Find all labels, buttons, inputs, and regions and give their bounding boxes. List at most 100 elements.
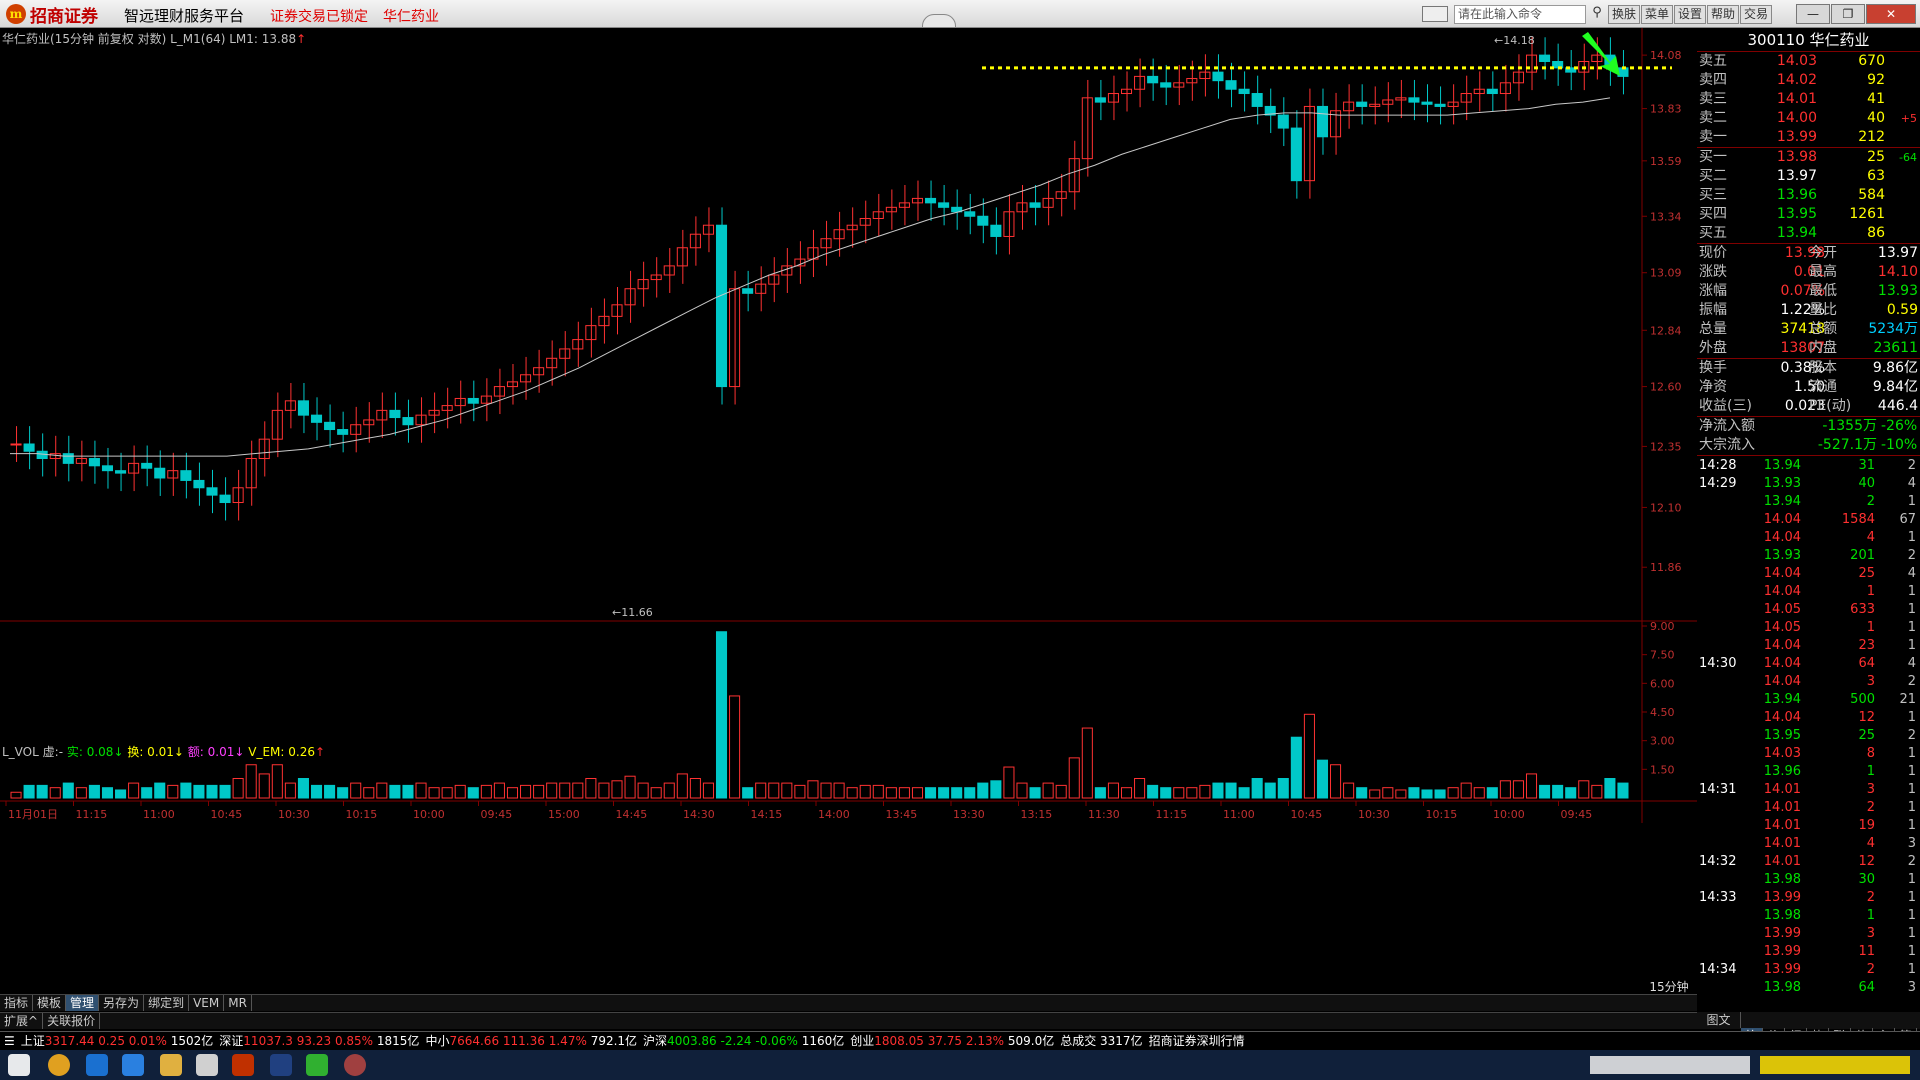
- volume-bar: [1055, 784, 1067, 799]
- candle: [389, 409, 401, 419]
- index-item[interactable]: 沪深4003.86 -2.24 -0.06% 1160亿: [643, 1032, 844, 1050]
- index-item[interactable]: 深证11037.3 93.23 0.85% 1815亿: [219, 1032, 419, 1050]
- tool-bind-to[interactable]: 绑定到: [144, 995, 190, 1011]
- down-arrow-icon: ↓: [234, 745, 245, 759]
- tool-vem[interactable]: VEM: [189, 995, 225, 1011]
- system-tray[interactable]: [1590, 1056, 1750, 1074]
- x-tick-label: 11:00: [143, 808, 175, 821]
- volume-bar: [520, 784, 532, 799]
- zhaoshang-app-icon[interactable]: [232, 1054, 254, 1076]
- command-input[interactable]: 请在此输入命令: [1454, 5, 1586, 24]
- trade-button[interactable]: 交易: [1740, 5, 1772, 24]
- volume-bar: [911, 787, 924, 799]
- user-avatar-icon[interactable]: [344, 1054, 366, 1076]
- volume-bar: [1369, 789, 1381, 799]
- mail-icon[interactable]: [196, 1054, 218, 1076]
- volume-bar: [1081, 727, 1093, 799]
- volume-bar: [951, 787, 963, 799]
- tool-mr[interactable]: MR: [224, 995, 252, 1011]
- tab-f10[interactable]: 图文F10: [1697, 1012, 1741, 1043]
- tool-indicator[interactable]: 指标: [0, 995, 34, 1011]
- volume-bar: [1408, 787, 1420, 799]
- candle: [467, 397, 479, 404]
- restore-icon[interactable]: ❐: [1831, 4, 1865, 24]
- minimize-icon[interactable]: —: [1796, 4, 1830, 24]
- volume-bar: [297, 778, 309, 799]
- ask-row: 卖四 14.02 92: [1699, 72, 1885, 88]
- x-tick-label: 15:00: [548, 808, 580, 821]
- status-menu-icon[interactable]: ☰: [4, 1032, 15, 1050]
- tick-row: 14.05 1 1: [1763, 620, 1916, 635]
- settings-button[interactable]: 设置: [1674, 5, 1706, 24]
- index-item[interactable]: 创业1808.05 37.75 2.13% 509.0亿: [850, 1032, 1054, 1050]
- volume-bar: [964, 787, 976, 799]
- volume-bar: [88, 784, 100, 799]
- quote-row: 涨跌 0.01 最高 14.10: [1699, 264, 1918, 280]
- tool-manage[interactable]: 管理: [66, 995, 100, 1011]
- tool-template[interactable]: 模板: [33, 995, 67, 1011]
- period-label[interactable]: 15分钟: [1646, 978, 1692, 994]
- volume-bar: [141, 787, 153, 799]
- volume-bar: [167, 784, 179, 799]
- tool-expand[interactable]: 扩展^: [0, 1013, 44, 1029]
- candle: [206, 487, 218, 496]
- help-button[interactable]: 帮助: [1707, 5, 1739, 24]
- index-item[interactable]: 上证3317.44 0.25 0.01% 1502亿: [21, 1032, 214, 1050]
- candle: [1591, 54, 1603, 62]
- volume-bar: [49, 787, 61, 799]
- close-icon[interactable]: ✕: [1866, 4, 1916, 24]
- keyboard-icon[interactable]: [1422, 6, 1448, 22]
- vol-vem: V_EM: 0.26: [248, 745, 315, 759]
- tool-related-quote[interactable]: 关联报价: [43, 1013, 101, 1029]
- volume-bar: [1160, 787, 1172, 799]
- volume-bar: [533, 784, 545, 799]
- volume-bar: [977, 782, 989, 799]
- volume-bar: [1591, 784, 1603, 799]
- tick-row: 13.99 11 1: [1763, 944, 1916, 959]
- candle: [1238, 88, 1250, 95]
- volume-bar: [1565, 787, 1577, 799]
- search-icon[interactable]: ⚲: [1588, 5, 1606, 24]
- volume-bar: [389, 784, 401, 799]
- tool-save-as[interactable]: 另存为: [99, 995, 145, 1011]
- candle: [1434, 103, 1446, 107]
- index-status-bar: ☰ 上证3317.44 0.25 0.01% 1502亿 深证11037.3 93.…: [0, 1031, 1920, 1050]
- candle: [1486, 88, 1498, 95]
- kline-chart[interactable]: 14.08 13.83 13.59 13.34 13.09 12.84 12.60 12.35…: [0, 28, 1697, 994]
- volume-bar: [938, 787, 950, 799]
- volume-bar: [1290, 736, 1302, 799]
- volume-bar: [1173, 787, 1185, 799]
- trade-lock-status[interactable]: 证券交易已锁定: [270, 6, 368, 26]
- tick-row: 13.94 500 21: [1763, 692, 1916, 707]
- volume-bar: [1068, 757, 1080, 799]
- index-item[interactable]: 中小7664.66 111.36 1.47% 792.1亿: [425, 1032, 637, 1050]
- vol-tick-label: 7.50: [1650, 649, 1675, 662]
- edge-icon[interactable]: [86, 1054, 108, 1076]
- volume-bar: [1512, 780, 1524, 799]
- x-tick-label: 13:45: [886, 808, 918, 821]
- collapse-handle-icon[interactable]: [922, 14, 956, 28]
- wechat-icon[interactable]: [306, 1054, 328, 1076]
- x-tick-label: 11:00: [1223, 808, 1255, 821]
- skin-button[interactable]: 换肤: [1608, 5, 1640, 24]
- candle: [1408, 97, 1420, 103]
- chrome-icon[interactable]: [48, 1054, 70, 1076]
- volume-bar: [794, 784, 806, 799]
- volume-bar: [193, 784, 205, 799]
- x-tick-label: 11:15: [1156, 808, 1188, 821]
- folder-icon[interactable]: [160, 1054, 182, 1076]
- ma-label: L_M1(64): [170, 32, 226, 46]
- app-window-icon[interactable]: [270, 1054, 292, 1076]
- menu-button[interactable]: 菜单: [1641, 5, 1673, 24]
- x-tick-label: 10:30: [278, 808, 310, 821]
- vol-tick-label: 6.00: [1650, 677, 1675, 690]
- vol-amount: 额: 0.01: [187, 745, 235, 759]
- windows-start-icon[interactable]: [8, 1054, 30, 1076]
- volume-bar: [598, 782, 610, 799]
- candle: [572, 339, 584, 350]
- ie-icon[interactable]: [122, 1054, 144, 1076]
- volume-bar: [676, 773, 688, 799]
- x-tick-label: 11:15: [76, 808, 108, 821]
- volume-bar: [807, 780, 819, 799]
- volume-bar: [310, 784, 323, 799]
